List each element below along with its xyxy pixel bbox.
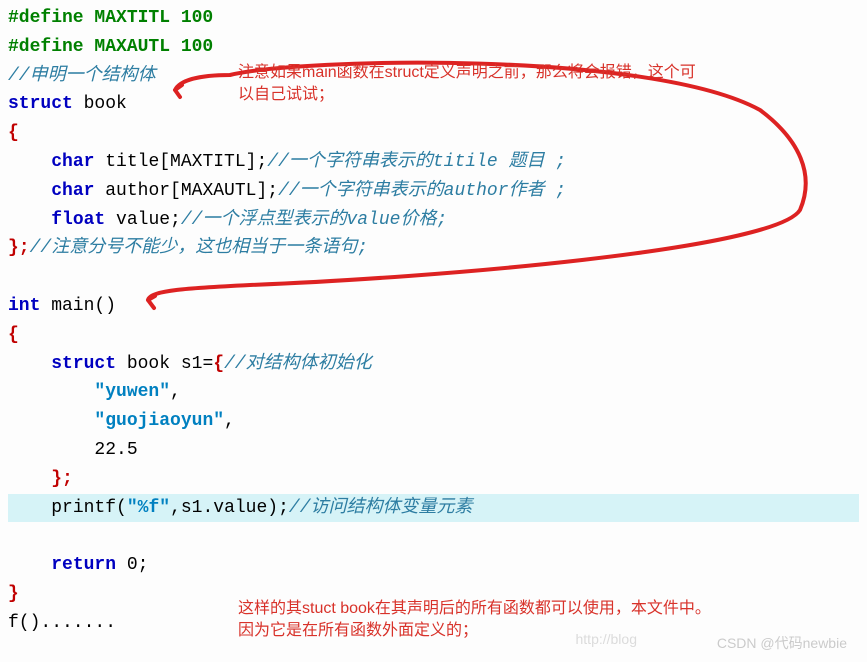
call-args: ,s1.value);: [170, 498, 289, 518]
init-end-brace: };: [51, 469, 73, 489]
field-author: author[MAXAUTL];: [94, 181, 278, 201]
indent: [8, 181, 51, 201]
comment: //对结构体初始化: [224, 354, 372, 374]
keyword-struct: struct: [8, 94, 73, 114]
keyword-char: char: [51, 152, 94, 172]
comment: //注意分号不能少，这也相当于一条语句;: [30, 238, 368, 258]
brace-close: }: [8, 584, 19, 604]
code-block: #define MAXTITL 100 #define MAXAUTL 100 …: [0, 0, 867, 642]
trailing-code: f().......: [8, 613, 116, 633]
number-literal: 22.5: [94, 440, 137, 460]
keyword-char: char: [51, 181, 94, 201]
string-literal: "yuwen": [94, 382, 170, 402]
indent: [8, 152, 51, 172]
annotation-bottom-line2: 因为它是在所有函数外面定义的；: [238, 618, 478, 644]
field-value: value;: [105, 210, 181, 230]
watermark-blog: http://blog: [576, 628, 638, 650]
keyword-return: return: [51, 555, 116, 575]
watermark-csdn: CSDN @代码newbie: [717, 632, 847, 654]
struct-end-brace: };: [8, 238, 30, 258]
comma: ,: [224, 411, 235, 431]
indent: [8, 469, 51, 489]
indent: [8, 555, 51, 575]
indent: [8, 210, 51, 230]
format-string: "%f": [127, 498, 170, 518]
keyword-float: float: [51, 210, 105, 230]
main-decl: main(): [40, 296, 116, 316]
indent: [8, 498, 51, 518]
struct-name: book: [73, 94, 127, 114]
comment: //申明一个结构体: [8, 66, 156, 86]
return-value: 0;: [116, 555, 148, 575]
brace-open: {: [8, 123, 19, 143]
indent: [8, 354, 51, 374]
brace-open: {: [8, 325, 19, 345]
call-printf: printf(: [51, 498, 127, 518]
comma: ,: [170, 382, 181, 402]
preproc-line: #define MAXTITL 100: [8, 8, 213, 28]
var-decl: book s1=: [116, 354, 213, 374]
field-title: title[MAXTITL];: [94, 152, 267, 172]
keyword-int: int: [8, 296, 40, 316]
string-literal: "guojiaoyun": [94, 411, 224, 431]
preproc-line: #define MAXAUTL 100: [8, 37, 213, 57]
comment: //一个浮点型表示的value价格;: [181, 210, 447, 230]
comment: //一个字符串表示的author作者 ;: [278, 181, 566, 201]
comment: //一个字符串表示的titile 题目 ;: [267, 152, 566, 172]
annotation-top-line2: 以自己试试；: [238, 82, 334, 108]
keyword-struct: struct: [51, 354, 116, 374]
init-brace: {: [213, 354, 224, 374]
comment: //访问结构体变量元素: [289, 498, 473, 518]
